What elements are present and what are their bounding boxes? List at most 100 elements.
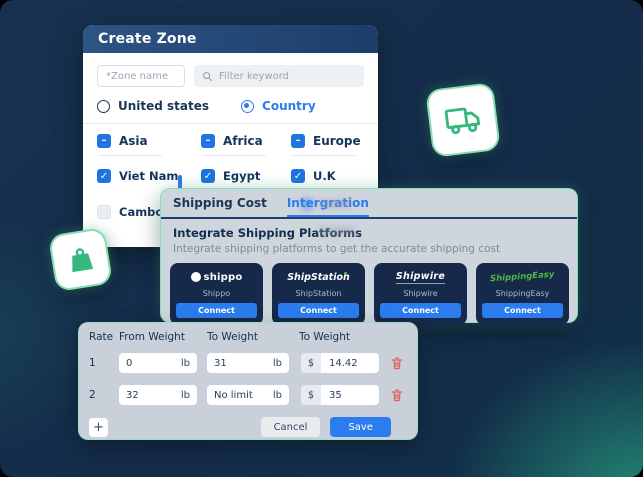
- price-input[interactable]: $ 35: [301, 385, 379, 405]
- shipwire-logo: Shipwire: [396, 271, 445, 284]
- rate-card-footer: + Cancel Save: [89, 417, 407, 437]
- platform-card-row: shippo Shippo Connect ShipStation ShipSt…: [161, 255, 577, 325]
- zone-name-input[interactable]: [97, 65, 185, 87]
- blurred-checkbox: [301, 198, 313, 210]
- rate-table-card: Rate From Weight To Weight To Weight 1 0…: [78, 322, 418, 440]
- shipping-integration-panel: Shipping Cost Intergration Integrate Shi…: [160, 188, 578, 323]
- header-price: To Weight: [299, 331, 379, 343]
- region-africa: Africa: [201, 134, 291, 156]
- table-row: 2 32 lb No limit lb $ 35: [89, 383, 407, 407]
- truck-badge: [425, 82, 501, 158]
- platform-name: Shipwire: [403, 289, 437, 298]
- truck-icon: [441, 98, 486, 143]
- to-weight-input[interactable]: 31 lb: [207, 353, 289, 373]
- shopping-bag-badge: [48, 227, 113, 292]
- radio-united-states[interactable]: United states: [97, 99, 209, 113]
- platform-card-shippingeasy: ShippingEasy ShippingEasy Connect: [476, 263, 569, 325]
- connect-shipwire-button[interactable]: Connect: [380, 303, 461, 318]
- unchecked-checkbox-icon: [97, 205, 111, 219]
- platform-card-shipstation: ShipStation ShipStation Connect: [272, 263, 365, 325]
- connect-shippingeasy-button[interactable]: Connect: [482, 303, 563, 318]
- region-europe-checkbox[interactable]: Europe: [291, 134, 364, 148]
- shipstation-logo: ShipStation: [287, 271, 350, 284]
- delete-row-button[interactable]: [391, 357, 403, 370]
- price-value: 35: [321, 390, 350, 401]
- connect-shipstation-button[interactable]: Connect: [278, 303, 359, 318]
- country-uk[interactable]: U.K: [291, 169, 364, 183]
- integration-heading: Integrate Shipping Platforms: [161, 219, 577, 240]
- unit-label: lb: [181, 358, 190, 369]
- unit-label: lb: [273, 390, 282, 401]
- price-value: 14.42: [321, 358, 366, 369]
- cancel-button[interactable]: Cancel: [261, 417, 321, 437]
- to-weight-value: 31: [214, 358, 227, 369]
- region-asia-label: Asia: [119, 134, 148, 148]
- rate-table-headers: Rate From Weight To Weight To Weight: [89, 331, 407, 343]
- region-africa-checkbox[interactable]: Africa: [201, 134, 291, 148]
- add-rate-button[interactable]: +: [89, 418, 108, 437]
- region-europe-label: Europe: [313, 134, 361, 148]
- radio-country-label: Country: [262, 99, 316, 113]
- country-label: U.K: [313, 169, 336, 183]
- indeterminate-checkbox-icon: [97, 134, 111, 148]
- radio-circle-icon: [97, 100, 110, 113]
- to-weight-input[interactable]: No limit lb: [207, 385, 289, 405]
- filter-keyword-field[interactable]: [194, 65, 364, 87]
- region-asia: Asia: [97, 134, 201, 156]
- region-asia-checkbox[interactable]: Asia: [97, 134, 201, 148]
- divider: [202, 155, 266, 156]
- platform-name: ShipStation: [296, 289, 342, 298]
- modal-title: Create Zone: [98, 31, 197, 47]
- shopping-bag-icon: [63, 242, 97, 276]
- table-row: 1 0 lb 31 lb $ 14.42: [89, 351, 407, 375]
- region-europe: Europe: [291, 134, 364, 156]
- indeterminate-checkbox-icon: [201, 134, 215, 148]
- connect-shippo-button[interactable]: Connect: [176, 303, 257, 318]
- country-viet-nam[interactable]: Viet Nam: [97, 169, 201, 183]
- platform-name: Shippo: [203, 289, 230, 298]
- platform-card-shipwire: Shipwire Shipwire Connect: [374, 263, 467, 325]
- from-weight-value: 32: [126, 390, 139, 401]
- filter-keyword-input[interactable]: [219, 71, 356, 82]
- shippo-logo-icon: [191, 272, 201, 282]
- radio-selected-icon: [241, 100, 254, 113]
- platform-card-shippo: shippo Shippo Connect: [170, 263, 263, 325]
- divider: [292, 155, 356, 156]
- trash-icon: [391, 357, 403, 370]
- region-checkbox-row: Asia Africa Europe: [97, 134, 364, 156]
- tab-shipping-cost[interactable]: Shipping Cost: [173, 196, 267, 217]
- shippingeasy-logo: ShippingEasy: [490, 271, 554, 284]
- checked-checkbox-icon: [291, 169, 305, 183]
- radio-country[interactable]: Country: [241, 99, 316, 113]
- platform-name: ShippingEasy: [496, 289, 550, 298]
- blurred-text: [319, 200, 352, 208]
- region-africa-label: Africa: [223, 134, 263, 148]
- divider: [98, 155, 162, 156]
- rate-index: 1: [89, 357, 119, 369]
- blurred-text: [318, 227, 355, 235]
- delete-row-button[interactable]: [391, 389, 403, 402]
- search-icon: [202, 71, 213, 82]
- country-egypt[interactable]: Egypt: [201, 169, 291, 183]
- header-from-weight: From Weight: [119, 331, 207, 343]
- tab-bar: Shipping Cost Intergration: [161, 196, 577, 217]
- divider: [83, 123, 378, 124]
- app-canvas: Create Zone United states: [0, 0, 643, 477]
- integration-subheading: Integrate shipping platforms to get the …: [161, 240, 577, 255]
- currency-prefix: $: [301, 353, 321, 373]
- header-rate: Rate: [89, 331, 119, 343]
- price-input[interactable]: $ 14.42: [301, 353, 379, 373]
- header-to-weight: To Weight: [207, 331, 299, 343]
- modal-header: Create Zone: [83, 25, 378, 53]
- indeterminate-checkbox-icon: [291, 134, 305, 148]
- trash-icon: [391, 389, 403, 402]
- from-weight-input[interactable]: 32 lb: [119, 385, 197, 405]
- to-weight-value: No limit: [214, 390, 253, 401]
- from-weight-input[interactable]: 0 lb: [119, 353, 197, 373]
- from-weight-value: 0: [126, 358, 132, 369]
- country-label: Egypt: [223, 169, 260, 183]
- checked-checkbox-icon: [201, 169, 215, 183]
- save-button[interactable]: Save: [330, 417, 391, 437]
- radio-united-states-label: United states: [118, 99, 209, 113]
- checked-checkbox-icon: [97, 169, 111, 183]
